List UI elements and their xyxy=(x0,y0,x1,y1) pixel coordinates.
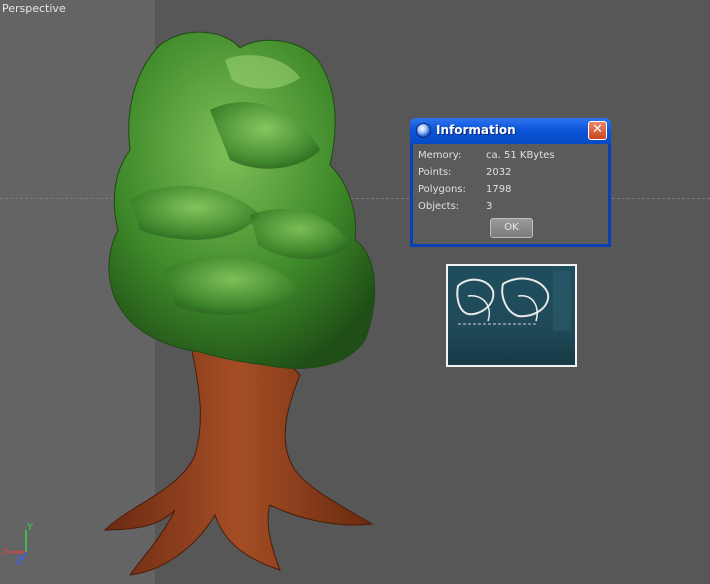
globe-icon xyxy=(416,123,431,138)
axis-z-label: Z xyxy=(16,556,23,567)
info-value: ca. 51 KBytes xyxy=(486,150,555,161)
axis-y-label: Y xyxy=(27,522,34,533)
close-button[interactable]: ✕ xyxy=(588,121,607,140)
information-dialog[interactable]: Information ✕ Memory: ca. 51 KBytes Poin… xyxy=(410,118,611,247)
tree-model[interactable] xyxy=(0,0,710,584)
tree-trunk xyxy=(103,329,374,576)
info-key: Polygons: xyxy=(418,184,466,195)
info-key: Points: xyxy=(418,167,452,178)
info-key: Objects: xyxy=(418,201,460,212)
info-key: Memory: xyxy=(418,150,462,161)
info-value: 3 xyxy=(486,201,493,212)
axis-gizmo: Y X Z xyxy=(2,522,42,568)
info-value: 1798 xyxy=(486,184,512,195)
dialog-title: Information xyxy=(436,123,516,137)
texture-preview xyxy=(448,266,575,365)
axis-x-label: X xyxy=(2,547,9,558)
perspective-viewport[interactable]: Perspective Y X Z Information ✕ Memory: … xyxy=(0,0,710,584)
ok-button[interactable]: OK xyxy=(490,218,533,238)
dialog-titlebar[interactable]: Information ✕ xyxy=(410,118,611,144)
texture-thumbnail xyxy=(446,264,577,367)
dialog-body: Memory: ca. 51 KBytes Points: 2032 Polyg… xyxy=(413,144,608,244)
info-value: 2032 xyxy=(486,167,512,178)
